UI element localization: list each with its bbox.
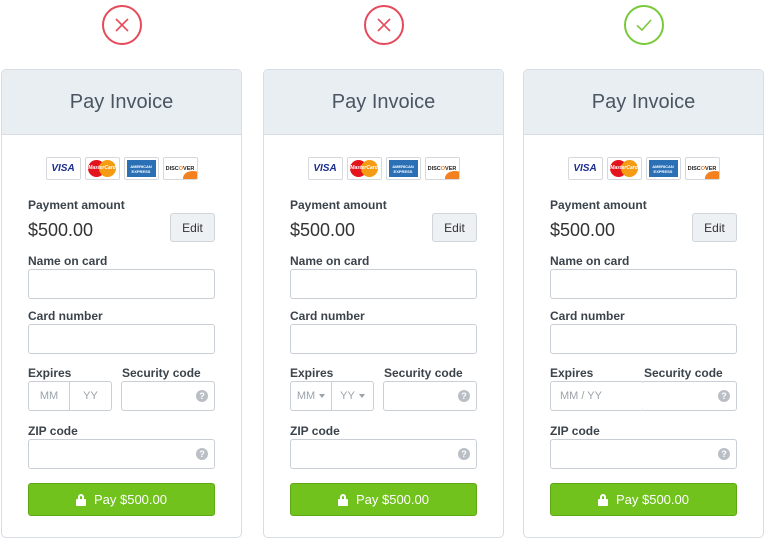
zip-code-label: ZIP code	[28, 424, 78, 438]
card-number-input[interactable]	[28, 324, 215, 354]
security-code-label: Security code	[644, 366, 723, 380]
name-on-card-label: Name on card	[550, 254, 630, 268]
pay-button-label: Pay $500.00	[93, 492, 167, 507]
lock-icon	[597, 493, 608, 506]
zip-code-input[interactable]: ?	[550, 439, 737, 469]
payment-amount-value: $500.00	[28, 220, 94, 240]
visa-logo: VISA	[307, 157, 343, 180]
card-header: Pay Invoice	[264, 70, 503, 135]
security-code-label: Security code	[384, 366, 463, 380]
expires-group: MM YY	[28, 381, 112, 411]
lock-icon	[337, 493, 348, 506]
name-on-card-input[interactable]	[28, 269, 215, 299]
mastercard-logo: MasterCard	[346, 157, 382, 180]
mastercard-logo: MasterCard	[606, 157, 642, 180]
amex-logo: AMERICAN EXPRESS	[645, 157, 681, 180]
pay-invoice-card: Pay Invoice VISA MasterCard AMERICAN EXPR…	[523, 69, 764, 538]
payment-amount-label: Payment amount	[28, 198, 125, 212]
name-on-card-label: Name on card	[290, 254, 370, 268]
card-logos: VISA MasterCard AMERICAN EXPRESS DISCOVER	[524, 157, 763, 182]
amex-logo: AMERICAN EXPRESS	[385, 157, 421, 180]
expires-input[interactable]: MM / YY	[550, 381, 644, 411]
pay-button[interactable]: Pay $500.00	[550, 483, 737, 516]
card-header: Pay Invoice	[524, 70, 763, 135]
security-code-input[interactable]: ?	[643, 381, 737, 411]
edit-button[interactable]: Edit	[432, 213, 477, 242]
expires-label: Expires	[28, 366, 72, 380]
card-number-label: Card number	[550, 309, 625, 323]
edit-button[interactable]: Edit	[170, 213, 215, 242]
check-circle-icon	[624, 5, 664, 45]
discover-logo: DISCOVER	[424, 157, 460, 180]
discover-logo: DISCOVER	[684, 157, 720, 180]
security-code-label: Security code	[122, 366, 201, 380]
expires-group: MM YY	[290, 381, 374, 411]
card-number-label: Card number	[28, 309, 103, 323]
pay-button-label: Pay $500.00	[615, 492, 689, 507]
expires-label: Expires	[550, 366, 594, 380]
payment-amount-value: $500.00	[290, 220, 356, 240]
card-number-label: Card number	[290, 309, 365, 323]
pay-button-label: Pay $500.00	[355, 492, 429, 507]
card-logos: VISA MasterCard AMERICAN EXPRESS DISCOVER	[2, 157, 241, 182]
chevron-down-icon	[358, 394, 365, 398]
expires-year-input[interactable]: YY	[70, 382, 111, 410]
security-code-input[interactable]: ?	[383, 381, 477, 411]
x-circle-icon	[364, 5, 404, 45]
help-icon[interactable]: ?	[196, 448, 208, 460]
pay-button[interactable]: Pay $500.00	[290, 483, 477, 516]
zip-code-label: ZIP code	[550, 424, 600, 438]
lock-icon	[75, 493, 86, 506]
mastercard-logo: MasterCard	[84, 157, 120, 180]
expires-year-select[interactable]: YY	[332, 382, 373, 410]
chevron-down-icon	[319, 394, 326, 398]
expires-placeholder: MM / YY	[560, 390, 602, 402]
payment-amount-value: $500.00	[550, 220, 616, 240]
card-logos: VISA MasterCard AMERICAN EXPRESS DISCOVER	[264, 157, 503, 182]
name-on-card-input[interactable]	[550, 269, 737, 299]
card-title: Pay Invoice	[69, 90, 174, 113]
expires-month-select[interactable]: MM	[291, 382, 332, 410]
help-icon[interactable]: ?	[718, 390, 730, 402]
visa-logo: VISA	[567, 157, 603, 180]
zip-code-label: ZIP code	[290, 424, 340, 438]
expires-label: Expires	[290, 366, 334, 380]
x-circle-icon	[102, 5, 142, 45]
zip-code-input[interactable]: ?	[28, 439, 215, 469]
payment-amount-label: Payment amount	[550, 198, 647, 212]
help-icon[interactable]: ?	[718, 448, 730, 460]
name-on-card-label: Name on card	[28, 254, 108, 268]
card-title: Pay Invoice	[331, 90, 436, 113]
security-code-input[interactable]: ?	[121, 381, 215, 411]
expires-month-input[interactable]: MM	[29, 382, 70, 410]
card-number-input[interactable]	[290, 324, 477, 354]
card-header: Pay Invoice	[2, 70, 241, 135]
visa-logo: VISA	[45, 157, 81, 180]
card-number-input[interactable]	[550, 324, 737, 354]
amex-logo: AMERICAN EXPRESS	[123, 157, 159, 180]
discover-logo: DISCOVER	[162, 157, 198, 180]
help-icon[interactable]: ?	[458, 448, 470, 460]
pay-button[interactable]: Pay $500.00	[28, 483, 215, 516]
help-icon[interactable]: ?	[458, 390, 470, 402]
help-icon[interactable]: ?	[196, 390, 208, 402]
name-on-card-input[interactable]	[290, 269, 477, 299]
zip-code-input[interactable]: ?	[290, 439, 477, 469]
edit-button[interactable]: Edit	[692, 213, 737, 242]
card-title: Pay Invoice	[591, 90, 696, 113]
payment-amount-label: Payment amount	[290, 198, 387, 212]
pay-invoice-card: Pay Invoice VISA MasterCard AMERICAN EXPR…	[1, 69, 242, 538]
pay-invoice-card: Pay Invoice VISA MasterCard AMERICAN EXPR…	[263, 69, 504, 538]
